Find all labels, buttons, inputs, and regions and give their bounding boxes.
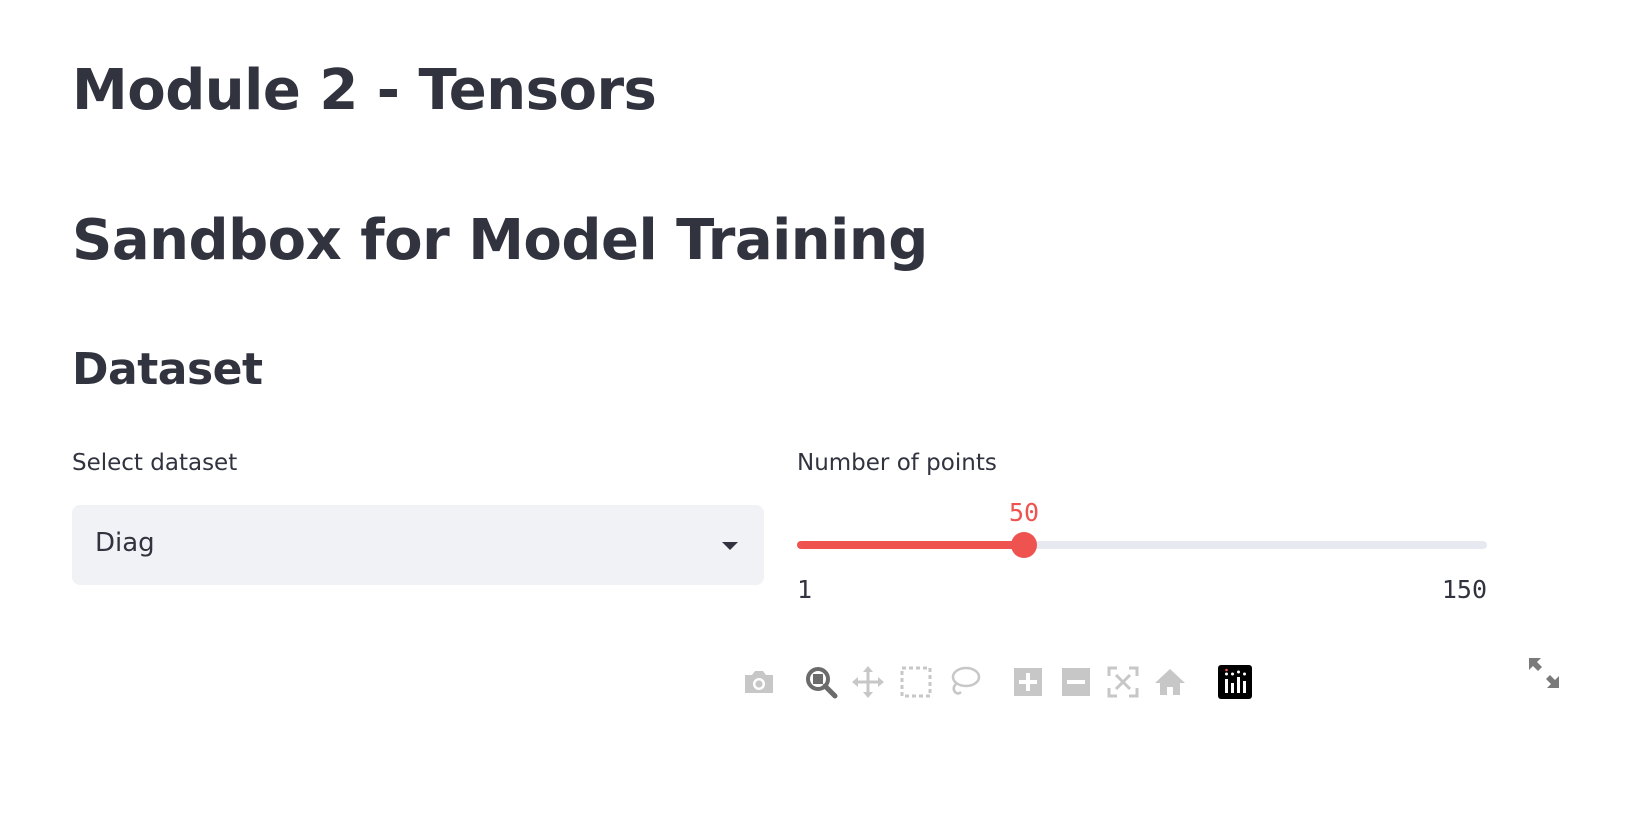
slider-max-label: 150	[1441, 575, 1487, 604]
zoom-in-icon[interactable]	[1010, 664, 1046, 700]
zoom-icon[interactable]	[803, 664, 839, 700]
zoom-out-icon[interactable]	[1058, 664, 1094, 700]
lasso-select-icon[interactable]	[946, 664, 982, 700]
slider-fill	[797, 541, 1024, 549]
plotly-logo-icon[interactable]	[1217, 664, 1253, 700]
slider-min-label: 1	[797, 575, 813, 604]
camera-icon[interactable]	[741, 664, 777, 700]
box-select-icon[interactable]	[898, 664, 934, 700]
page-title: Module 2 - Tensors	[72, 58, 657, 123]
select-dataset-label: Select dataset	[72, 450, 238, 476]
dataset-select[interactable]: Diag	[72, 505, 764, 585]
dataset-heading: Dataset	[72, 344, 263, 395]
number-of-points-slider[interactable]: 50 1 150	[797, 495, 1487, 615]
slider-current-value: 50	[1008, 498, 1040, 527]
number-of-points-label: Number of points	[797, 450, 997, 476]
dataset-select-value: Diag	[95, 528, 155, 558]
pan-icon[interactable]	[850, 664, 886, 700]
fullscreen-icon[interactable]	[1527, 656, 1561, 690]
chevron-down-icon	[722, 542, 738, 550]
page-subtitle: Sandbox for Model Training	[72, 208, 928, 273]
reset-axes-icon[interactable]	[1152, 664, 1188, 700]
page: Module 2 - Tensors Sandbox for Model Tra…	[0, 0, 1648, 822]
autoscale-icon[interactable]	[1105, 664, 1141, 700]
slider-track[interactable]	[797, 541, 1487, 549]
slider-thumb[interactable]	[1011, 532, 1037, 558]
